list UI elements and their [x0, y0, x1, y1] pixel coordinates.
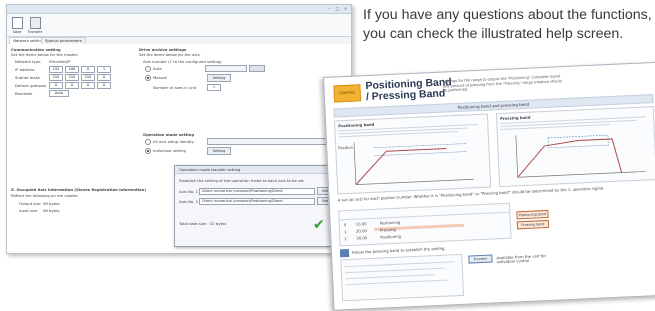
- auto-range-button: [249, 65, 265, 72]
- input-size-value: 96 bytes: [43, 208, 60, 213]
- dialog-title: Operation mode transfer setting: [175, 166, 351, 174]
- gateway-field-3[interactable]: 0: [81, 82, 95, 89]
- auto-range-field: [205, 65, 247, 72]
- subnet-field-3[interactable]: 255: [81, 74, 95, 81]
- help-bottom-panel: [340, 253, 465, 302]
- help-caption: If you have any questions about the func…: [363, 7, 652, 42]
- radio-manual[interactable]: [145, 75, 151, 81]
- minimize-icon[interactable]: –: [326, 6, 333, 11]
- section-communication-desc: Set the items below for the master.: [11, 52, 79, 57]
- output-size-label: Output size: [19, 201, 41, 206]
- save-button[interactable]: Save: [9, 16, 25, 35]
- close-icon[interactable]: ×: [342, 6, 349, 11]
- help-position-table: 0 10.00 Positioning 1 20.00 Pressing 2 3…: [338, 202, 512, 247]
- help-bottom-label: Available from the unit for individual c…: [496, 253, 547, 265]
- row-pos: 30.00: [356, 235, 368, 241]
- dialog-total: Total data size : 32 bytes: [179, 221, 227, 226]
- subnet-field-2[interactable]: 255: [65, 74, 79, 81]
- subnet-label: Subnet mask: [15, 75, 40, 80]
- baudrate-label: Baudrate: [15, 91, 33, 96]
- gateway-field-2[interactable]: 0: [65, 82, 79, 89]
- row-note: Positioning: [380, 233, 402, 240]
- radio-all-axis-label: All axis setup identity: [153, 139, 195, 144]
- ip-field-4[interactable]: 1: [97, 66, 111, 73]
- positioning-band-button[interactable]: Positioning band: [516, 209, 549, 220]
- axis-row-1-label: Axis No. 1: [179, 189, 199, 194]
- operation-mode-dialog: Operation mode transfer setting Establis…: [174, 165, 352, 247]
- radio-individual-label: Individual setting: [153, 148, 186, 153]
- network-type-label: Network type: [15, 59, 41, 64]
- row-no: 1: [343, 229, 347, 235]
- axes-in-unit-label: Number of axes in unit: [153, 85, 197, 90]
- radio-auto[interactable]: [145, 66, 151, 72]
- individual-setting-button[interactable]: Setting: [207, 147, 231, 155]
- section-occupied-axis: Z. Occupied Axis Information (Slaves Reg…: [11, 187, 147, 192]
- axis-row-2-label: Axis No. 2: [179, 199, 199, 204]
- transfer-icon: [29, 17, 41, 29]
- transfer-button[interactable]: Transfer: [27, 16, 43, 35]
- section-drive-desc: Set the items below for the axis.: [139, 52, 201, 57]
- row-note: Pressing: [379, 226, 396, 233]
- positioning-band-title: Positioning band: [338, 121, 375, 129]
- radio-auto-label: Auto: [153, 66, 162, 71]
- axis-row-2-value[interactable]: Direct numerical (compact)Positioning/Di…: [199, 198, 315, 205]
- save-label: Save: [12, 30, 22, 34]
- help-title-line2: / Pressing Band: [365, 87, 446, 104]
- panel-text-line: [345, 279, 450, 286]
- network-type-value: EtherNet/IP: [49, 59, 71, 64]
- help-subtitle: Settings for the range to output the "Po…: [442, 74, 562, 93]
- pressing-graph: [515, 134, 646, 178]
- row-no: 0: [343, 222, 347, 228]
- help-title: Positioning Band / Pressing Band: [365, 76, 452, 104]
- op-mode-label: Operation mode setting: [143, 132, 195, 137]
- panel-text-line: [344, 261, 455, 268]
- table-rule: [339, 211, 510, 221]
- row-pos: 10.00: [355, 221, 367, 227]
- maximize-icon[interactable]: □: [334, 6, 341, 11]
- ip-field-2[interactable]: 168: [65, 66, 79, 73]
- help-tip-icon: [339, 249, 350, 258]
- axis-row-1-value[interactable]: Direct numerical (compact)Positioning/Di…: [199, 188, 315, 195]
- panel-text-line: [345, 274, 436, 280]
- baudrate-select[interactable]: Auto: [49, 90, 69, 97]
- row-pos: 20.00: [355, 228, 368, 234]
- row-no: 2: [344, 236, 347, 242]
- positioning-graph: [353, 142, 474, 185]
- radio-individual[interactable]: [145, 148, 151, 154]
- pressing-band-panel: Pressing band: [495, 106, 655, 188]
- radio-manual-label: Manual: [153, 75, 167, 80]
- section-occupied-axis-desc: Reflect the following on the master.: [11, 193, 79, 198]
- dialog-desc: Establish the setting of the operation m…: [179, 178, 306, 183]
- gateway-field-1[interactable]: 0: [49, 82, 63, 89]
- axes-in-unit-field[interactable]: 1: [207, 84, 221, 91]
- pressing-band-button[interactable]: Pressing band: [516, 219, 550, 230]
- manual-setting-button[interactable]: Setting: [207, 74, 231, 82]
- save-icon: [11, 17, 23, 29]
- row-note: Positioning: [379, 219, 401, 226]
- axis-number-label: Axis number (1 to the configured setting…: [143, 59, 222, 64]
- subnet-field-4[interactable]: 0: [97, 74, 111, 81]
- gateway-label: Default gateway: [15, 83, 47, 88]
- positioning-band-panel: Positioning band Position: [333, 113, 492, 195]
- graph-axis-label: Position: [338, 144, 354, 151]
- title-bar: – □ ×: [7, 5, 351, 14]
- input-size-label: Input size: [19, 208, 38, 213]
- transfer-label: Transfer: [27, 30, 43, 34]
- help-logo: CONTROL: [333, 84, 362, 103]
- subnet-field-1[interactable]: 255: [49, 74, 63, 81]
- ribbon: Save Transfer: [7, 14, 351, 37]
- tab-special-parameters[interactable]: Special parameters: [41, 37, 86, 44]
- pressing-band-title: Pressing band: [499, 114, 531, 122]
- help-window: CONTROL Positioning Band / Pressing Band…: [323, 61, 655, 311]
- help-bottom-note: Follow the pressing band to establish th…: [351, 245, 446, 255]
- ip-field-3[interactable]: 0: [81, 66, 95, 73]
- panel-text-line: [344, 267, 445, 274]
- gateway-field-4[interactable]: 0: [97, 82, 111, 89]
- ip-field-1[interactable]: 192: [49, 66, 63, 73]
- output-size-value: 96 bytes: [43, 201, 60, 206]
- ip-label: IP address: [15, 67, 35, 72]
- help-transfer-button[interactable]: Transfer: [468, 254, 493, 264]
- radio-all-axis[interactable]: [145, 139, 151, 145]
- ok-check-icon[interactable]: ✔: [313, 218, 327, 232]
